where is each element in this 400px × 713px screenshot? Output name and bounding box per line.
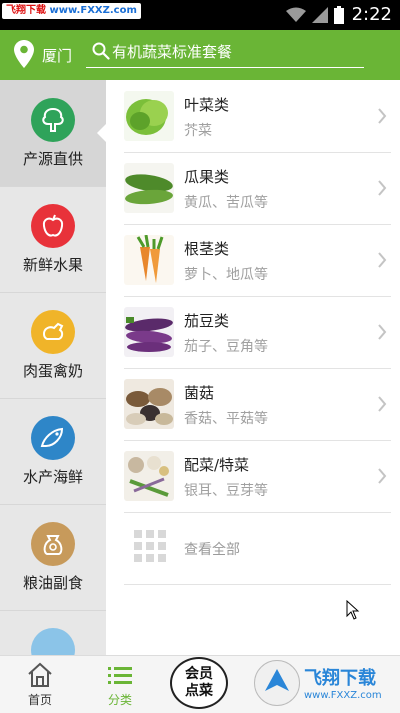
category-row-root[interactable]: 根茎类 萝卜、地瓜等 — [124, 224, 391, 297]
watermark-emblem-icon — [254, 660, 300, 706]
category-title: 瓜果类 — [184, 168, 230, 186]
member-label-line1: 会员 — [185, 666, 213, 682]
category-row-melon[interactable]: 瓜果类 黄瓜、苦瓜等 — [124, 152, 391, 225]
chicken-icon — [31, 310, 75, 354]
location-pin-icon[interactable] — [14, 40, 34, 68]
category-subtitle: 萝卜、地瓜等 — [184, 267, 268, 283]
leafy-greens-thumb — [124, 91, 174, 141]
city-selector[interactable]: 厦门 — [42, 45, 72, 66]
member-order-button[interactable]: 会员 点菜 — [170, 657, 228, 709]
chevron-right-icon — [378, 468, 387, 484]
status-bar: 飞翔下载 www.FXXZ.com 2:22 — [0, 0, 400, 30]
tab-label: 首页 — [27, 693, 52, 707]
list-icon — [108, 667, 132, 684]
home-icon — [28, 662, 52, 687]
watermark-logo: 飞翔下载 www.FXXZ.com — [254, 660, 398, 708]
rice-bag-icon — [31, 522, 75, 566]
sidebar-item-direct-supply[interactable]: 产源直供 — [0, 80, 106, 187]
sidebar-item-meat-egg[interactable]: 肉蛋禽奶 — [0, 292, 106, 399]
root-veg-thumb — [124, 235, 174, 285]
category-title: 菌菇 — [184, 384, 215, 402]
tab-home[interactable]: 首页 — [0, 656, 80, 713]
sidebar-item-label: 产源直供 — [22, 150, 83, 168]
watermark-url: www.FXXZ.com — [49, 5, 137, 16]
sidebar-item-grain-oil[interactable]: 粮油副食 — [0, 504, 106, 611]
app-header: 厦门 有机蔬菜标准套餐 — [0, 30, 400, 80]
chevron-right-icon — [378, 180, 387, 196]
sidebar-item-partial[interactable] — [0, 610, 106, 655]
search-icon — [92, 42, 110, 60]
sidebar-item-label: 粮油副食 — [22, 574, 83, 592]
category-subtitle: 香菇、平菇等 — [184, 411, 268, 427]
watermark-top: 飞翔下载 www.FXXZ.com — [2, 3, 141, 19]
category-subtitle: 银耳、豆芽等 — [184, 483, 268, 499]
sidebar-item-seafood[interactable]: 水产海鲜 — [0, 398, 106, 505]
category-title: 根茎类 — [184, 240, 230, 258]
sidebar-item-label: 水产海鲜 — [22, 468, 83, 486]
sidebar-item-label: 肉蛋禽奶 — [22, 362, 83, 380]
category-subtitle: 茄子、豆角等 — [184, 339, 268, 355]
chevron-right-icon — [378, 324, 387, 340]
chevron-right-icon — [378, 108, 387, 124]
garnish-thumb — [124, 451, 174, 501]
active-indicator — [97, 124, 106, 142]
watermark-prefix: 飞翔下载 — [6, 5, 46, 16]
category-title: 叶菜类 — [184, 96, 230, 114]
mushroom-thumb — [124, 379, 174, 429]
category-sidebar: 产源直供 新鲜水果 肉蛋禽奶 水产海鲜 粮油副食 — [0, 80, 106, 655]
watermark-url-bottom: www.FXXZ.com — [304, 690, 382, 701]
view-all-button[interactable]: 查看全部 — [124, 512, 391, 585]
category-row-garnish[interactable]: 配菜/特菜 银耳、豆芽等 — [124, 440, 391, 513]
search-placeholder: 有机蔬菜标准套餐 — [112, 43, 233, 61]
battery-icon — [334, 6, 344, 24]
tree-icon — [31, 98, 75, 142]
category-title: 配菜/特菜 — [184, 456, 250, 474]
search-input[interactable]: 有机蔬菜标准套餐 — [86, 37, 364, 68]
category-row-leafy[interactable]: 叶菜类 芥菜 — [124, 80, 391, 153]
category-subtitle: 黄瓜、苦瓜等 — [184, 195, 268, 211]
member-label-line2: 点菜 — [185, 683, 213, 699]
apple-icon — [31, 204, 75, 248]
more-category-icon — [31, 628, 75, 655]
signal-icon — [312, 7, 328, 23]
sidebar-item-fresh-fruit[interactable]: 新鲜水果 — [0, 186, 106, 293]
melon-thumb — [124, 163, 174, 213]
chevron-right-icon — [378, 252, 387, 268]
category-row-mushroom[interactable]: 菌菇 香菇、平菇等 — [124, 368, 391, 441]
view-all-label: 查看全部 — [184, 542, 240, 558]
sidebar-item-label: 新鲜水果 — [22, 256, 83, 274]
chevron-right-icon — [378, 396, 387, 412]
tab-label: 分类 — [107, 693, 132, 707]
mouse-cursor-icon — [346, 600, 360, 620]
category-subtitle: 芥菜 — [184, 123, 212, 139]
grid-icon — [134, 530, 166, 562]
category-row-eggplant[interactable]: 茄豆类 茄子、豆角等 — [124, 296, 391, 369]
tab-category[interactable]: 分类 — [80, 656, 160, 713]
status-clock: 2:22 — [351, 4, 392, 25]
watermark-name: 飞翔下载 — [304, 668, 376, 689]
status-icons — [286, 6, 344, 24]
category-title: 茄豆类 — [184, 312, 230, 330]
wifi-icon — [286, 7, 306, 22]
eggplant-thumb — [124, 307, 174, 357]
fish-icon — [31, 416, 75, 460]
